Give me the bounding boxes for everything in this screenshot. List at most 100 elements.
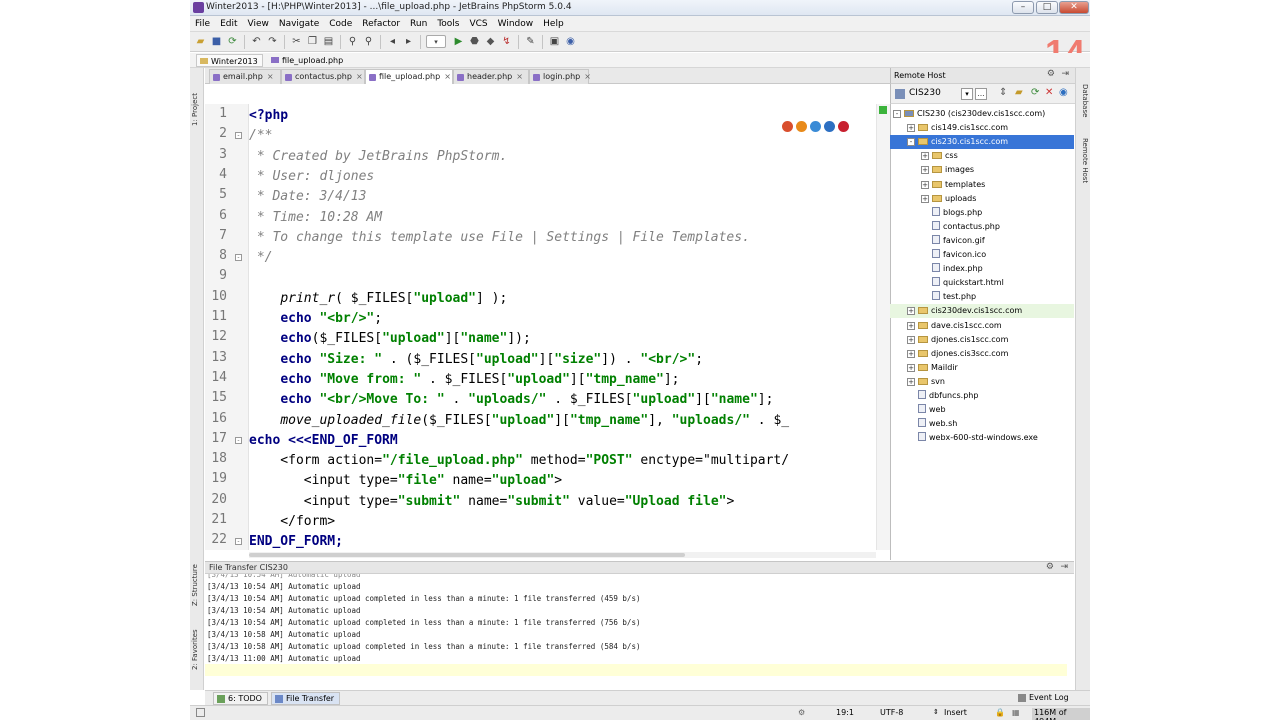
toggle-panels-icon[interactable] — [196, 708, 205, 717]
firefox-icon[interactable] — [796, 121, 807, 132]
minimize-button[interactable]: – — [1012, 1, 1034, 14]
event-log-tool-tab[interactable]: Event Log — [1015, 692, 1074, 705]
remote-folder-item[interactable]: + uploads — [921, 192, 976, 206]
database-tool-tab[interactable]: Database — [1077, 84, 1089, 128]
editor-horizontal-scrollbar[interactable] — [249, 552, 876, 558]
menu-run[interactable]: Run — [405, 16, 432, 32]
memory-indicator[interactable]: 116M of 494M — [1032, 708, 1090, 720]
refresh-icon[interactable]: ⟳ — [1031, 87, 1039, 98]
close-button[interactable]: ✕ — [1059, 1, 1089, 14]
server-selector[interactable]: CIS230 — [909, 88, 941, 98]
close-tab-icon[interactable]: × — [516, 72, 523, 81]
remote-file-item[interactable]: contactus.php — [921, 220, 1000, 234]
remote-folder-item[interactable]: + cis230dev.cis1scc.com — [907, 304, 1022, 318]
lock-icon[interactable]: 🔒 — [995, 708, 1005, 717]
remote-folder-item[interactable]: + cis149.cis1scc.com — [907, 121, 1008, 135]
copy-icon[interactable]: ❐ — [306, 35, 319, 48]
replace-icon[interactable]: ⚲ — [362, 35, 375, 48]
encoding-dropdown-icon[interactable]: ⇕ — [933, 708, 939, 716]
debug-icon[interactable]: ⬣ — [468, 35, 481, 48]
remote-file-item[interactable]: favicon.ico — [921, 248, 986, 262]
breadcrumb-project[interactable]: Winter2013 — [196, 54, 263, 67]
scrollbar-thumb[interactable] — [249, 553, 685, 557]
help-icon[interactable]: ◉ — [1059, 87, 1068, 98]
remote-folder-item[interactable]: + templates — [921, 178, 985, 192]
hide-panel-icon[interactable]: ⇥ — [1060, 562, 1068, 572]
expand-toggle-icon[interactable]: + — [907, 335, 915, 344]
project-tool-tab[interactable]: 1: Project — [191, 74, 203, 126]
tab-contactus-php[interactable]: contactus.php × — [281, 69, 365, 84]
terminal-icon[interactable]: ▣ — [548, 35, 561, 48]
insert-mode[interactable]: Insert — [944, 708, 967, 717]
tab-email-php[interactable]: email.php × — [209, 69, 281, 84]
todo-tool-tab[interactable]: 6: TODO — [213, 692, 268, 705]
remote-folder-item[interactable]: + Maildir — [907, 361, 958, 375]
fold-marker-icon[interactable]: - — [235, 254, 242, 262]
close-tab-icon[interactable]: × — [584, 72, 591, 81]
delete-icon[interactable]: ✕ — [1045, 87, 1053, 98]
remote-file-item[interactable]: index.php — [921, 262, 983, 276]
hide-panel-icon[interactable]: ⇥ — [1061, 69, 1069, 79]
gear-icon[interactable]: ⚙ — [1047, 69, 1055, 79]
expand-toggle-icon[interactable]: + — [907, 377, 915, 386]
menu-file[interactable]: File — [190, 16, 215, 32]
paste-icon[interactable]: ▤ — [322, 35, 335, 48]
structure-tool-tab[interactable]: Z: Structure — [191, 560, 203, 606]
menu-edit[interactable]: Edit — [215, 16, 242, 32]
cut-icon[interactable]: ✂ — [290, 35, 303, 48]
remote-folder-item[interactable]: + svn — [907, 375, 945, 389]
server-dropdown[interactable]: ▾ — [961, 88, 973, 100]
chrome-icon[interactable] — [782, 121, 793, 132]
tab-header-php[interactable]: header.php × — [453, 69, 529, 84]
redo-icon[interactable]: ↷ — [266, 35, 279, 48]
remote-file-item[interactable]: dbfuncs.php — [907, 389, 978, 403]
help-icon[interactable]: ◉ — [564, 35, 577, 48]
remote-file-item[interactable]: favicon.gif — [921, 234, 985, 248]
menu-view[interactable]: View — [243, 16, 274, 32]
remote-folder-item[interactable]: + images — [921, 163, 974, 177]
coverage-icon[interactable]: ◆ — [484, 35, 497, 48]
remote-file-item[interactable]: web.sh — [907, 417, 957, 431]
ie-icon[interactable] — [824, 121, 835, 132]
menu-tools[interactable]: Tools — [432, 16, 464, 32]
remote-file-item[interactable]: webx-600-std-windows.exe — [907, 431, 1038, 445]
menu-refactor[interactable]: Refactor — [357, 16, 405, 32]
favorites-tool-tab[interactable]: 2: Favorites — [191, 624, 203, 670]
tab-login-php[interactable]: login.php × — [529, 69, 591, 84]
caret-position[interactable]: 19:1 — [836, 708, 854, 717]
expand-toggle-icon[interactable]: + — [907, 307, 915, 316]
save-icon[interactable]: ■ — [210, 35, 223, 48]
expand-toggle-icon[interactable]: + — [907, 321, 915, 330]
expand-toggle-icon[interactable]: + — [921, 152, 929, 161]
fold-marker-icon[interactable]: - — [235, 132, 242, 140]
open-folder-icon[interactable]: ▰ — [194, 35, 207, 48]
collapse-icon[interactable]: ⇕ — [999, 87, 1007, 98]
menu-navigate[interactable]: Navigate — [274, 16, 324, 32]
opera-icon[interactable] — [838, 121, 849, 132]
tab-file-upload-php[interactable]: file_upload.php × — [365, 69, 453, 84]
gear-icon[interactable]: ⚙ — [1046, 562, 1054, 572]
expand-toggle-icon[interactable]: - — [907, 138, 915, 147]
stop-icon[interactable]: ↯ — [500, 35, 513, 48]
forward-icon[interactable]: ▸ — [402, 35, 415, 48]
expand-toggle-icon[interactable]: + — [907, 349, 915, 358]
remote-folder-item[interactable]: - CIS230 (cis230dev.cis1scc.com) — [893, 107, 1045, 121]
file-encoding[interactable]: UTF-8 — [880, 708, 903, 717]
browse-button[interactable]: … — [975, 88, 987, 100]
file-transfer-tool-tab[interactable]: File Transfer — [271, 692, 341, 705]
undo-icon[interactable]: ↶ — [250, 35, 263, 48]
new-folder-icon[interactable]: ▰ — [1015, 87, 1023, 98]
remote-folder-item[interactable]: + djones.cis3scc.com — [907, 347, 1008, 361]
close-tab-icon[interactable]: × — [444, 72, 451, 81]
run-config-dropdown[interactable]: ▾ — [426, 35, 446, 48]
run-icon[interactable]: ▶ — [452, 35, 465, 48]
close-tab-icon[interactable]: × — [267, 72, 274, 81]
remote-file-item[interactable]: web — [907, 403, 946, 417]
remote-folder-item[interactable]: + djones.cis1scc.com — [907, 333, 1008, 347]
menu-code[interactable]: Code — [324, 16, 357, 32]
remote-file-item[interactable]: blogs.php — [921, 206, 982, 220]
expand-toggle-icon[interactable]: + — [907, 363, 915, 372]
fold-marker-icon[interactable]: - — [235, 436, 242, 444]
code-editor[interactable]: <?php /** * Created by JetBrains PhpStorm… — [249, 104, 876, 550]
expand-toggle-icon[interactable]: - — [893, 110, 901, 118]
